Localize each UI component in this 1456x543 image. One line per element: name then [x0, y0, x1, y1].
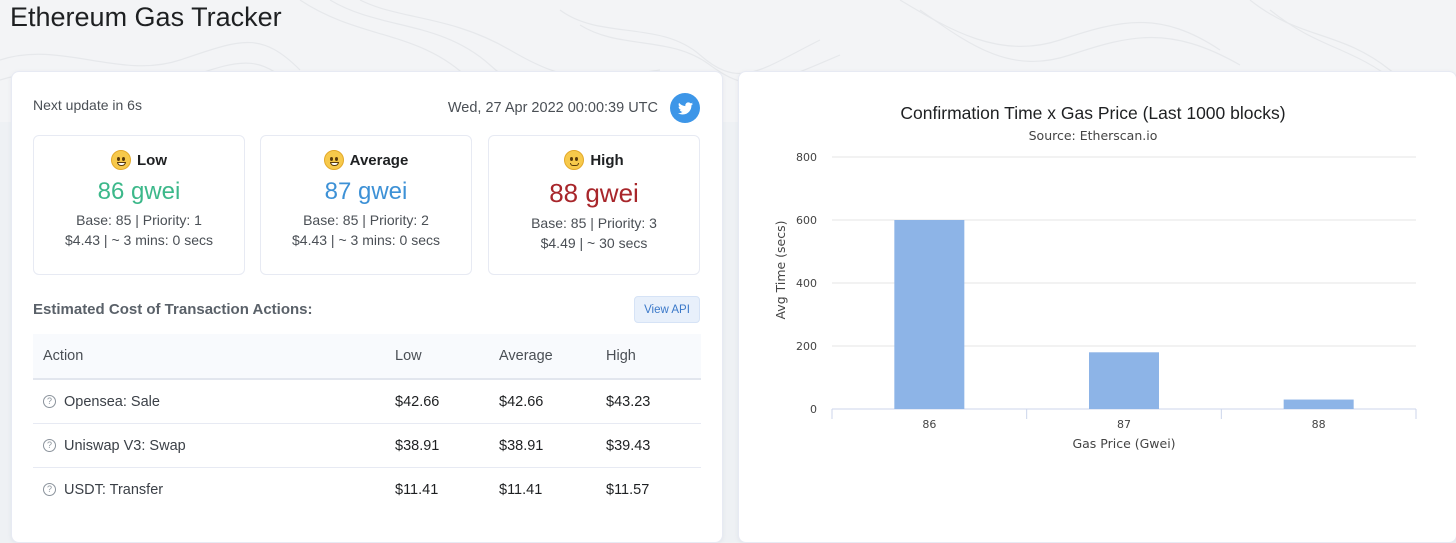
gas-average-box: Average 87 gwei Base: 85 | Priority: 2 $…: [260, 135, 472, 275]
action-name: Uniswap V3: Swap: [64, 437, 186, 454]
y-tick-label: 800: [796, 151, 817, 164]
cost-high: $11.57: [606, 481, 650, 498]
gas-low-base-priority: Base: 85 | Priority: 1: [76, 212, 202, 228]
bar-88[interactable]: [1283, 399, 1354, 409]
timestamp: Wed, 27 Apr 2022 00:00:39 UTC: [447, 100, 658, 116]
view-api-button[interactable]: View API: [634, 296, 700, 323]
table-row: ? USDT: Transfer $11.41 $11.41 $11.57: [33, 468, 701, 511]
gas-average-base-priority: Base: 85 | Priority: 2: [303, 212, 429, 228]
x-tick-label: 87: [1117, 418, 1131, 431]
gas-high-price: 88 gwei: [549, 178, 639, 208]
gas-high-cost-time: $4.49 | ~ 30 secs: [540, 235, 648, 251]
chart-title: Confirmation Time x Gas Price (Last 1000…: [900, 103, 1285, 123]
gas-low-cost-time: $4.43 | ~ 3 mins: 0 secs: [65, 232, 213, 248]
slightly-smiling-face-icon: [564, 150, 585, 170]
gas-average-cost-time: $4.43 | ~ 3 mins: 0 secs: [292, 232, 440, 248]
help-icon[interactable]: ?: [43, 395, 56, 408]
y-tick-label: 200: [796, 340, 817, 353]
x-tick-label: 88: [1312, 418, 1326, 431]
x-axis-label: Gas Price (Gwei): [1072, 436, 1175, 451]
table-row: ? Uniswap V3: Swap $38.91 $38.91 $39.43: [33, 424, 701, 468]
column-header-average: Average: [499, 348, 553, 364]
bar-87[interactable]: [1089, 352, 1159, 409]
estimated-cost-title: Estimated Cost of Transaction Actions:: [33, 301, 313, 318]
y-tick-label: 600: [796, 214, 817, 227]
twitter-icon: [677, 101, 693, 114]
gas-low-price: 86 gwei: [97, 178, 181, 205]
cost-average: $38.91: [499, 437, 544, 454]
cost-average: $42.66: [499, 393, 544, 410]
grinning-face-icon: [111, 150, 131, 170]
cost-average: $11.41: [499, 481, 543, 498]
help-icon[interactable]: ?: [43, 439, 56, 452]
bar-86[interactable]: [894, 220, 965, 409]
column-header-action: Action: [43, 348, 84, 364]
cost-high: $43.23: [606, 393, 651, 410]
gas-average-price: 87 gwei: [324, 178, 408, 205]
gas-high-label: High: [590, 151, 624, 169]
estimated-cost-table: Action Low Average High ? Opensea: Sale …: [33, 334, 701, 511]
x-tick-label: 86: [922, 418, 936, 431]
chart-subtitle: Source: Etherscan.io: [1029, 128, 1158, 143]
chart-card: Confirmation Time x Gas Price (Last 1000…: [738, 71, 1456, 543]
column-header-low: Low: [395, 348, 422, 364]
y-axis-label: Avg Time (secs): [773, 220, 788, 319]
action-name: USDT: Transfer: [64, 481, 164, 498]
next-update-text: Next update in 6s: [33, 97, 142, 113]
gas-high-box: High 88 gwei Base: 85 | Priority: 3 $4.4…: [488, 135, 700, 275]
table-row: ? Opensea: Sale $42.66 $42.66 $43.23: [33, 380, 701, 424]
y-tick-label: 400: [796, 277, 817, 290]
gas-low-box: Low 86 gwei Base: 85 | Priority: 1 $4.43…: [33, 135, 245, 275]
gas-average-label: Average: [349, 151, 409, 169]
cost-low: $38.91: [395, 437, 440, 454]
gas-tracker-card: Next update in 6s Wed, 27 Apr 2022 00:00…: [11, 71, 723, 543]
smiling-face-icon: [323, 150, 344, 170]
confirmation-time-chart: Confirmation Time x Gas Price (Last 1000…: [773, 103, 1417, 451]
twitter-share-button[interactable]: [670, 93, 700, 123]
table-header: Action Low Average High: [33, 334, 701, 380]
cost-low: $42.66: [395, 393, 440, 410]
gas-low-label: Low: [137, 151, 167, 169]
page-title: Ethereum Gas Tracker: [10, 2, 282, 32]
gas-high-base-priority: Base: 85 | Priority: 3: [531, 215, 657, 231]
help-icon[interactable]: ?: [43, 483, 56, 496]
cost-high: $39.43: [606, 437, 651, 454]
y-tick-label: 0: [810, 403, 817, 416]
cost-low: $11.41: [395, 481, 439, 498]
column-header-high: High: [606, 348, 636, 364]
action-name: Opensea: Sale: [64, 393, 160, 410]
